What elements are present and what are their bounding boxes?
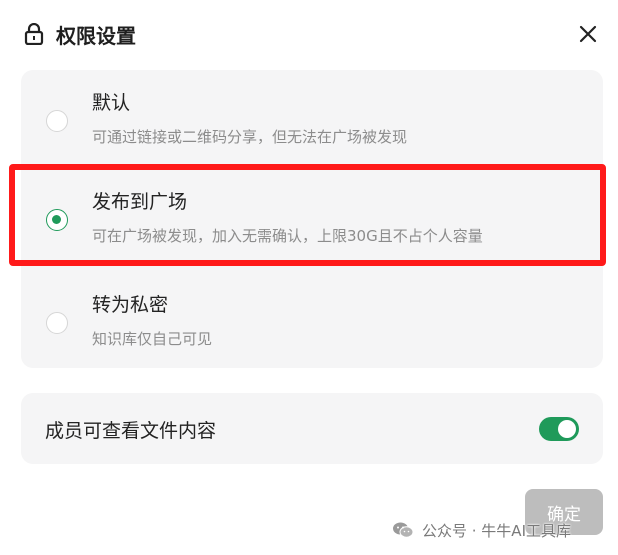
radio-private[interactable] <box>46 312 68 334</box>
member-view-toggle[interactable] <box>539 417 579 441</box>
close-icon[interactable] <box>576 22 600 46</box>
visibility-options: 默认 可通过链接或二维码分享，但无法在广场被发现 发布到广场 可在广场被发现，加… <box>21 70 603 368</box>
dialog-title: 权限设置 <box>56 23 136 48</box>
dialog-header: 权限设置 <box>24 18 136 50</box>
option-private[interactable]: 转为私密 知识库仅自己可见 <box>21 286 603 378</box>
member-view-label: 成员可查看文件内容 <box>45 420 217 442</box>
radio-default[interactable] <box>46 110 68 132</box>
member-view-setting: 成员可查看文件内容 <box>21 393 603 464</box>
option-private-description: 知识库仅自己可见 <box>92 330 213 348</box>
option-default-description: 可通过链接或二维码分享，但无法在广场被发现 <box>92 128 408 146</box>
lock-icon <box>24 23 44 45</box>
watermark-text: 公众号 · 牛牛AI工具库 <box>422 521 571 540</box>
option-publish-title: 发布到广场 <box>92 191 188 213</box>
toggle-knob <box>558 420 576 438</box>
option-publish-to-square[interactable]: 发布到广场 可在广场被发现，加入无需确认，上限30G且不占个人容量 <box>21 183 603 275</box>
radio-publish-to-square[interactable] <box>46 209 68 231</box>
watermark: 公众号 · 牛牛AI工具库 <box>392 519 571 541</box>
option-private-title: 转为私密 <box>92 294 169 316</box>
option-default-title: 默认 <box>92 92 131 114</box>
option-publish-description: 可在广场被发现，加入无需确认，上限30G且不占个人容量 <box>92 227 483 245</box>
permission-dialog: 权限设置 默认 可通过链接或二维码分享，但无法在广场被发现 发布到广场 可在广场… <box>0 0 618 555</box>
option-default[interactable]: 默认 可通过链接或二维码分享，但无法在广场被发现 <box>21 84 603 176</box>
wechat-icon <box>393 522 414 538</box>
